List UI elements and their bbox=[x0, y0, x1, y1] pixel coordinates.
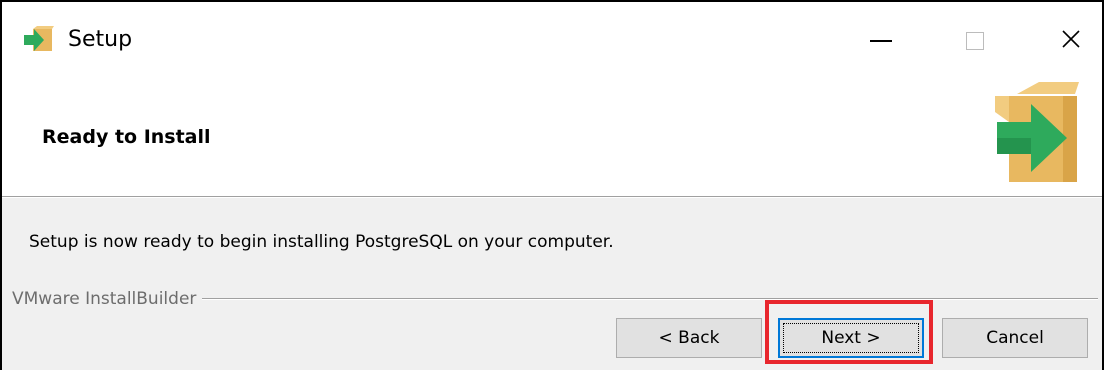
box-arrow-icon bbox=[987, 82, 1087, 192]
header-divider-highlight bbox=[2, 197, 1102, 198]
minimize-icon bbox=[870, 40, 892, 42]
minimize-button[interactable] bbox=[858, 16, 904, 66]
window-title: Setup bbox=[68, 27, 133, 52]
close-icon bbox=[1061, 29, 1081, 53]
back-button[interactable]: < Back bbox=[616, 318, 762, 358]
cancel-button[interactable]: Cancel bbox=[942, 318, 1088, 358]
maximize-icon bbox=[966, 32, 984, 50]
next-button[interactable]: Next > bbox=[778, 318, 924, 358]
installer-arrow-icon bbox=[24, 26, 54, 54]
maximize-button bbox=[952, 16, 998, 66]
wizard-header: Ready to Install bbox=[2, 82, 1102, 196]
setup-window: Setup Ready to Install Setup is now read… bbox=[0, 0, 1104, 370]
installer-brand: VMware InstallBuilder bbox=[12, 288, 203, 310]
close-button[interactable] bbox=[1048, 16, 1094, 66]
page-title: Ready to Install bbox=[42, 126, 211, 148]
title-bar[interactable]: Setup bbox=[2, 2, 1102, 82]
ready-message: Setup is now ready to begin installing P… bbox=[29, 232, 614, 252]
next-button-label: Next > bbox=[821, 328, 881, 348]
